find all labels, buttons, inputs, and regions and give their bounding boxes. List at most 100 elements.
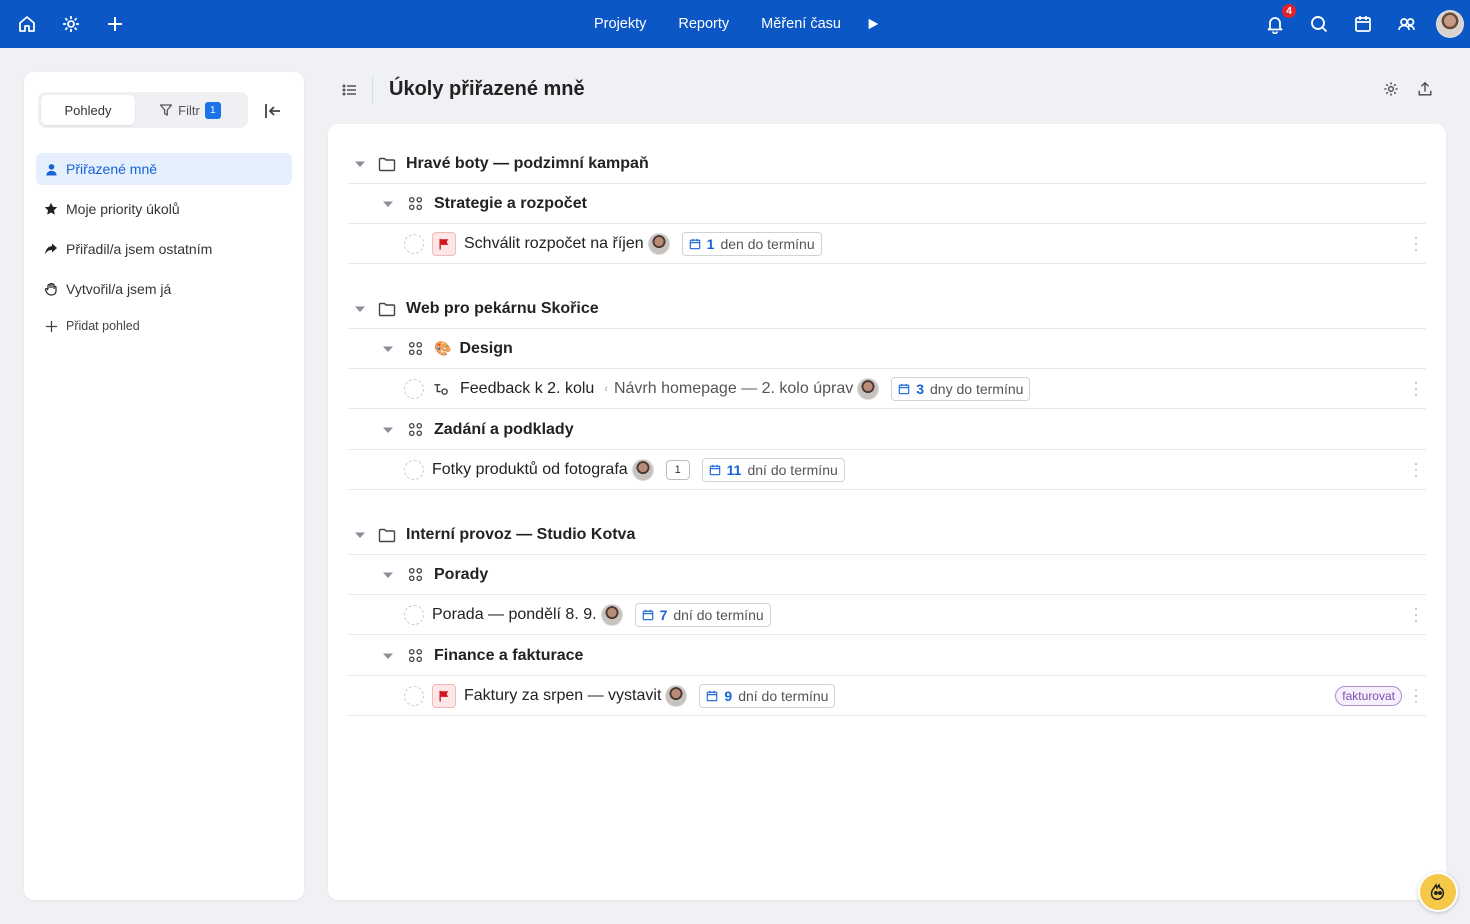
task-complete-checkbox[interactable]: [404, 233, 424, 254]
more-options-icon[interactable]: [1414, 382, 1418, 396]
section-title: Porady: [434, 565, 489, 583]
add-view-button[interactable]: Přidat pohled: [36, 313, 292, 339]
assignee-avatar[interactable]: [631, 458, 654, 481]
assignee-avatar[interactable]: [600, 603, 623, 626]
comment-count-badge[interactable]: 1: [665, 459, 690, 480]
team-users-icon[interactable]: [1392, 9, 1422, 39]
section-row[interactable]: Zadání a podklady: [348, 410, 1426, 450]
calendar-icon: [707, 690, 718, 701]
section-row[interactable]: 🎨 Design: [348, 329, 1426, 369]
help-mascot-icon: [1430, 883, 1445, 900]
task-row[interactable]: Porada — pondělí 8. 9. 7 dní do termínu: [348, 595, 1426, 635]
nav-time-tracking[interactable]: Měření času: [745, 16, 857, 32]
due-text: dní do termínu: [738, 687, 829, 704]
help-assistant-button[interactable]: [1418, 872, 1458, 912]
tab-filter[interactable]: Filtr 1: [135, 95, 245, 125]
task-title[interactable]: Faktury za srpen — vystavit: [464, 687, 661, 705]
task-row[interactable]: Faktury za srpen — vystavit 9 dní do ter…: [348, 676, 1426, 716]
caret-down-icon[interactable]: [382, 198, 394, 210]
task-complete-checkbox[interactable]: [404, 459, 424, 480]
export-upload-icon[interactable]: [1416, 80, 1434, 98]
task-title[interactable]: Feedback k 2. kolu: [460, 380, 594, 398]
section-grid-icon: [406, 566, 424, 584]
task-complete-checkbox[interactable]: [404, 604, 424, 625]
calendar-icon: [898, 383, 910, 394]
caret-down-icon[interactable]: [354, 158, 366, 170]
sidebar-item-assigned-to-me[interactable]: Přiřazené mně: [36, 153, 292, 185]
project-title: Hravé boty — podzimní kampaň: [406, 154, 649, 172]
tab-views[interactable]: Pohledy: [41, 95, 135, 125]
sidebar-segment-control: Pohledy Filtr 1: [38, 92, 248, 128]
more-options-icon[interactable]: [1414, 237, 1418, 251]
assignee-avatar[interactable]: [857, 377, 880, 400]
section-row[interactable]: Porady: [348, 555, 1426, 595]
more-options-icon[interactable]: [1414, 689, 1418, 703]
task-row[interactable]: Feedback k 2. kolu ‹ Návrh homepage — 2.…: [348, 369, 1426, 409]
add-plus-icon[interactable]: [100, 9, 130, 39]
home-icon[interactable]: [12, 9, 42, 39]
due-count: 7: [659, 606, 668, 623]
calendar-icon: [709, 464, 720, 475]
star-icon: [44, 202, 58, 216]
task-complete-checkbox[interactable]: [404, 685, 424, 706]
label-tag[interactable]: fakturovat: [1335, 686, 1402, 706]
calendar-icon[interactable]: [1348, 9, 1378, 39]
sidebar-item-created-by-me[interactable]: Vytvořil/a jsem já: [36, 273, 292, 305]
project-row[interactable]: Hravé boty — podzimní kampaň: [348, 144, 1426, 184]
task-title[interactable]: Fotky produktů od fotografa: [432, 461, 628, 479]
due-date-badge[interactable]: 3 dny do termínu: [891, 376, 1031, 401]
breadcrumb-chevron-icon: ‹: [604, 382, 608, 395]
nav-reports[interactable]: Reporty: [662, 16, 745, 32]
assignee-avatar[interactable]: [665, 684, 688, 707]
nav-projects[interactable]: Projekty: [578, 16, 662, 32]
due-date-badge[interactable]: 7 dní do termínu: [634, 602, 771, 627]
list-view-icon[interactable]: [342, 82, 358, 98]
parent-task-link[interactable]: Návrh homepage — 2. kolo úprav: [614, 380, 853, 398]
sidebar-item-assigned-by-me[interactable]: Přiřadil/a jsem ostatním: [36, 233, 292, 265]
sidebar-item-label: Vytvořil/a jsem já: [66, 281, 172, 297]
caret-down-icon[interactable]: [382, 650, 394, 662]
project-row[interactable]: Web pro pekárnu Skořice: [348, 289, 1426, 329]
caret-down-icon[interactable]: [382, 569, 394, 581]
project-row[interactable]: Interní provoz — Studio Kotva: [348, 515, 1426, 555]
view-settings-gear-icon[interactable]: [1382, 80, 1400, 98]
assignee-avatar[interactable]: [647, 232, 670, 255]
due-date-badge[interactable]: 1 den do termínu: [681, 231, 822, 256]
due-text: dní do termínu: [747, 461, 838, 478]
top-bar: Projekty Reporty Měření času 4: [0, 0, 1470, 48]
palette-emoji-icon: 🎨: [434, 340, 452, 356]
section-row[interactable]: Finance a fakturace: [348, 636, 1426, 676]
task-title[interactable]: Porada — pondělí 8. 9.: [432, 606, 597, 624]
collapse-sidebar-icon[interactable]: [262, 100, 284, 122]
priority-flag-icon[interactable]: [432, 231, 456, 256]
task-list-card: Hravé boty — podzimní kampaň Strategie a…: [328, 124, 1446, 900]
user-avatar[interactable]: [1436, 10, 1464, 38]
section-grid-icon: [406, 340, 424, 358]
more-options-icon[interactable]: [1414, 463, 1418, 477]
section-row[interactable]: Strategie a rozpočet: [348, 184, 1426, 224]
caret-down-icon[interactable]: [354, 303, 366, 315]
task-row[interactable]: Schválit rozpočet na říjen 1 den do term…: [348, 224, 1426, 264]
caret-down-icon[interactable]: [354, 529, 366, 541]
task-title[interactable]: Schválit rozpočet na říjen: [464, 235, 644, 253]
header-divider: [372, 76, 373, 104]
caret-down-icon[interactable]: [382, 424, 394, 436]
more-options-icon[interactable]: [1414, 608, 1418, 622]
due-date-badge[interactable]: 9 dní do termínu: [699, 683, 836, 708]
settings-gear-icon[interactable]: [56, 9, 86, 39]
sidebar-item-my-priorities[interactable]: Moje priority úkolů: [36, 193, 292, 225]
task-complete-checkbox[interactable]: [404, 378, 424, 399]
project-title: Interní provoz — Studio Kotva: [406, 525, 636, 543]
due-text: den do termínu: [720, 235, 815, 252]
notifications-bell-icon[interactable]: 4: [1260, 3, 1297, 39]
folder-icon: [378, 526, 396, 544]
filter-funnel-icon: [160, 104, 173, 116]
filter-count-badge: 1: [204, 101, 221, 119]
task-row[interactable]: Fotky produktů od fotografa 1 11 dní do …: [348, 450, 1426, 490]
due-count: 11: [726, 461, 742, 478]
due-date-badge[interactable]: 11 dní do termínu: [701, 457, 845, 482]
search-icon[interactable]: [1304, 9, 1334, 39]
caret-down-icon[interactable]: [382, 343, 394, 355]
play-timer-icon[interactable]: [861, 12, 885, 36]
priority-flag-icon[interactable]: [432, 683, 456, 708]
